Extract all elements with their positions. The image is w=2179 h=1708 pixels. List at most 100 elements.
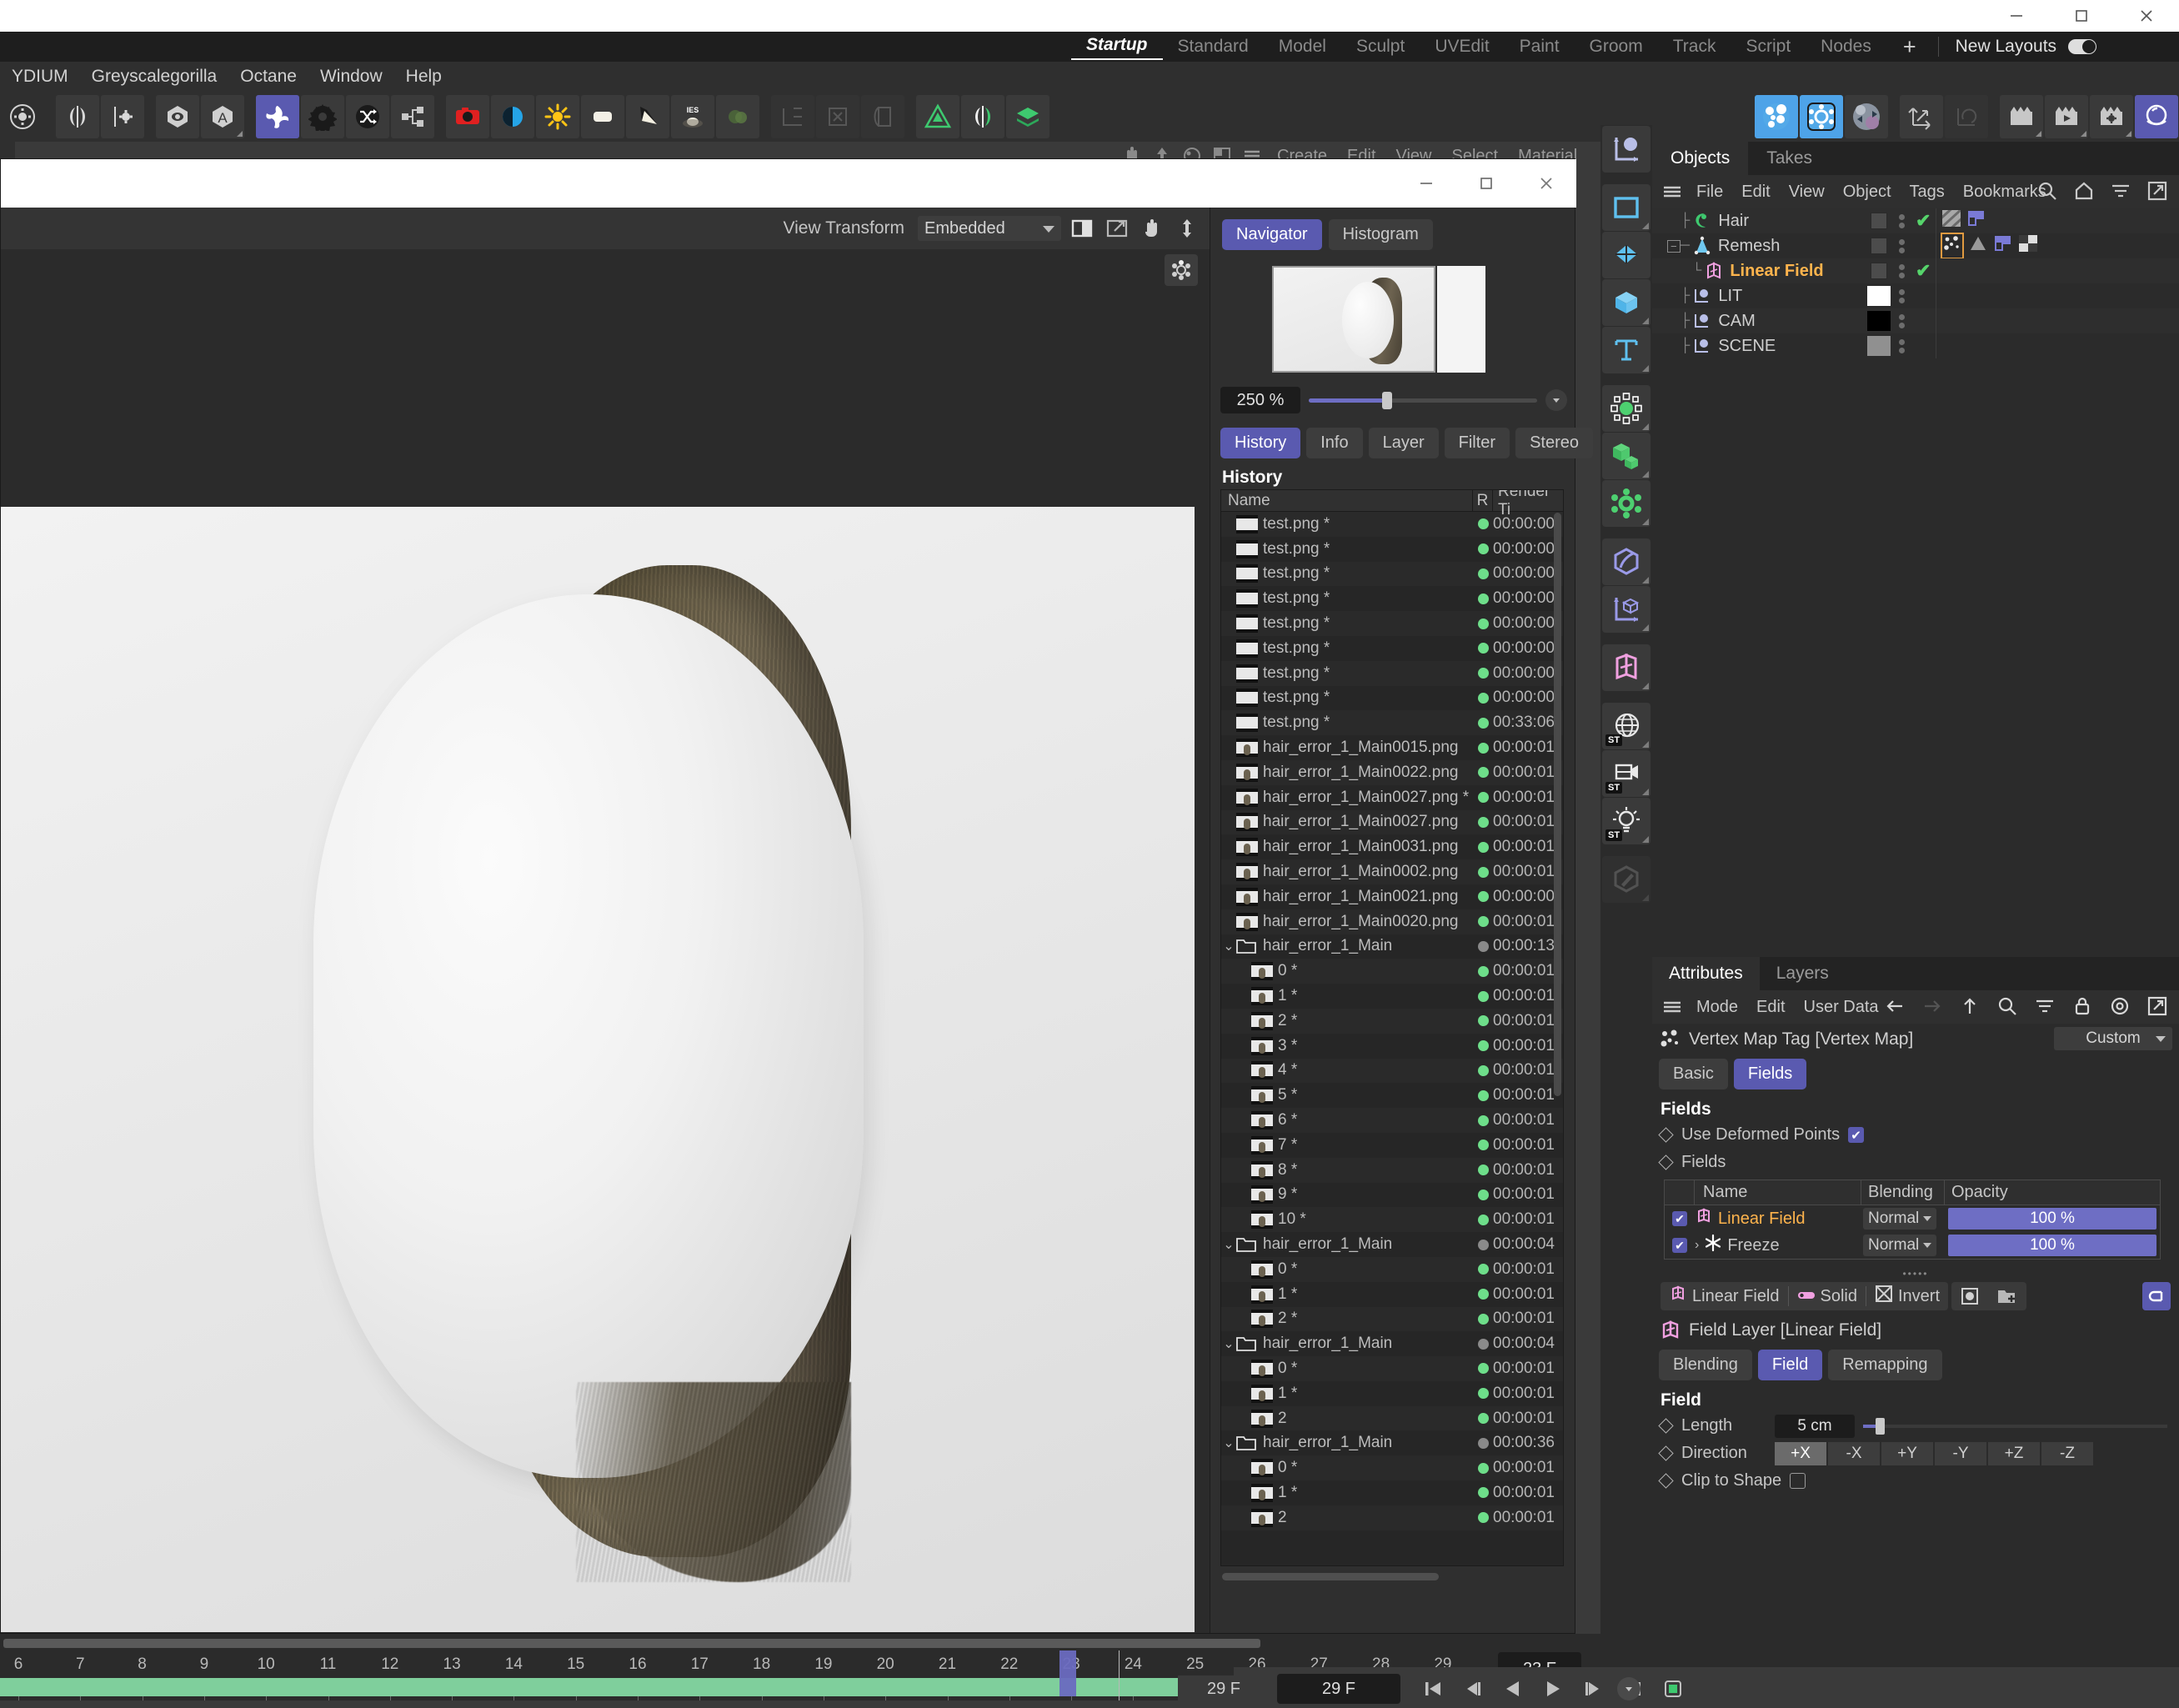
panel-splitter[interactable]: ••••• xyxy=(1652,1268,2179,1280)
window-maximize-button[interactable] xyxy=(2049,0,2114,32)
history-row[interactable]: hair_error_1_Main0022.png 00:00:01 xyxy=(1221,759,1563,785)
range-end-field[interactable]: 29 F xyxy=(1277,1674,1400,1704)
om-menu-view[interactable]: View xyxy=(1780,183,1834,202)
object-row[interactable]: ├ LIT xyxy=(1652,283,2179,308)
eye-hex-icon[interactable] xyxy=(156,95,199,138)
tab-filter[interactable]: Filter xyxy=(1444,428,1510,458)
object-color-swatch[interactable] xyxy=(1867,336,1891,356)
spline-rectangle-icon[interactable] xyxy=(1602,184,1651,231)
generator-axis-icon[interactable] xyxy=(1602,586,1651,633)
cube-primitive-icon[interactable] xyxy=(1602,279,1651,326)
history-row[interactable]: 0 * 00:00:01 xyxy=(1221,1455,1563,1481)
history-row[interactable]: 0 * 00:00:01 xyxy=(1221,1256,1563,1282)
view-transform-dropdown[interactable]: Embedded xyxy=(918,216,1061,241)
open-external-icon[interactable] xyxy=(1103,215,1131,242)
history-row[interactable]: 4 * 00:00:01 xyxy=(1221,1058,1563,1084)
history-row[interactable]: 7 * 00:00:01 xyxy=(1221,1132,1563,1158)
menu-item-window[interactable]: Window xyxy=(308,67,394,87)
history-row[interactable]: hair_error_1_Main0021.png 00:00:00 xyxy=(1221,884,1563,909)
flag-tag[interactable] xyxy=(1994,235,2012,257)
layout-tab-uvedit[interactable]: UVEdit xyxy=(1420,35,1504,58)
field-enable-checkbox[interactable]: ✔ xyxy=(1672,1238,1687,1253)
tab-attributes[interactable]: Attributes xyxy=(1652,957,1760,990)
history-row[interactable]: test.png * 00:00:00 xyxy=(1221,561,1563,587)
object-name[interactable]: Hair xyxy=(1715,212,1749,231)
history-row[interactable]: hair_error_1_Main0002.png 00:00:01 xyxy=(1221,859,1563,884)
history-row[interactable]: 9 * 00:00:01 xyxy=(1221,1182,1563,1208)
history-row[interactable]: hair_error_1_Main0020.png 00:00:01 xyxy=(1221,909,1563,934)
pill-remapping[interactable]: Remapping xyxy=(1828,1350,1942,1380)
field-export-button[interactable] xyxy=(2142,1282,2171,1310)
sculpt-brush-icon[interactable] xyxy=(1602,856,1651,903)
node-editor-icon[interactable] xyxy=(1800,95,1843,138)
object-row[interactable]: └ Linear Field ✔ xyxy=(1652,258,2179,283)
checker-tag[interactable] xyxy=(1936,203,1967,233)
picture-viewer-icon[interactable] xyxy=(2135,95,2178,138)
preset-dropdown[interactable]: Custom xyxy=(2054,1027,2172,1050)
object-dots-toggle[interactable] xyxy=(1899,213,1905,228)
layout-tab-standard[interactable]: Standard xyxy=(1163,35,1264,58)
history-row[interactable]: 1 * 00:00:01 xyxy=(1221,1281,1563,1307)
history-row[interactable]: ⌄ hair_error_1_Main 00:00:36 xyxy=(1221,1430,1563,1456)
toolbar-invert[interactable]: Invert xyxy=(1866,1282,1948,1310)
history-row[interactable]: hair_error_1_Main0027.png 00:00:01 xyxy=(1221,809,1563,835)
menu-item-octane[interactable]: Octane xyxy=(228,67,308,87)
om-menu-tags[interactable]: Tags xyxy=(1901,183,1954,202)
rendered-image[interactable] xyxy=(1,507,1195,1632)
record-button[interactable] xyxy=(1657,1674,1689,1704)
layout-tab-script[interactable]: Script xyxy=(1731,35,1806,58)
object-row[interactable]: ├ Hair ✔ xyxy=(1652,203,2179,233)
ies-light-icon[interactable]: IES xyxy=(671,95,714,138)
tab-objects[interactable]: Objects xyxy=(1652,142,1749,175)
step-forward-key-button[interactable] xyxy=(1577,1674,1609,1704)
gsg-mirror-icon[interactable] xyxy=(961,95,1004,138)
rendered-image-area[interactable] xyxy=(1,291,1210,1633)
toolbar-linear-field[interactable]: Linear Field xyxy=(1661,1282,1788,1310)
column-header-rendertime[interactable]: Render Ti xyxy=(1493,490,1563,518)
parameter-diamond-icon[interactable] xyxy=(1658,1127,1674,1143)
mograph-cloner-icon[interactable] xyxy=(1602,385,1651,432)
checkerboard-tag[interactable] xyxy=(2019,235,2037,257)
add-field-object-button[interactable] xyxy=(1951,1282,1988,1310)
layers-stack-icon[interactable] xyxy=(861,95,904,138)
object-dots-toggle[interactable] xyxy=(1899,338,1905,353)
tab-navigator[interactable]: Navigator xyxy=(1222,219,1322,250)
text-tool-icon[interactable] xyxy=(1602,327,1651,373)
flag-tag[interactable] xyxy=(1967,210,1986,232)
add-field-folder-button[interactable] xyxy=(1988,1282,2026,1310)
filter-icon[interactable] xyxy=(2106,178,2136,203)
history-row[interactable]: test.png * 00:00:00 xyxy=(1221,586,1563,612)
history-row[interactable]: hair_error_1_Main0031.png 00:00:01 xyxy=(1221,834,1563,860)
history-row[interactable]: ⌄ hair_error_1_Main 00:00:04 xyxy=(1221,1232,1563,1257)
object-tree-toggle[interactable]: − ─ xyxy=(1652,238,1690,253)
object-name[interactable]: LIT xyxy=(1715,287,1742,306)
octane-settings-gear-icon[interactable] xyxy=(301,95,344,138)
pan-hand-icon[interactable] xyxy=(1138,215,1166,242)
field-layer-row-freeze[interactable]: ✔ › Freeze Normal 100 % xyxy=(1665,1232,2160,1259)
fit-vertical-icon[interactable] xyxy=(1173,215,1201,242)
object-row[interactable]: ├ CAM xyxy=(1652,308,2179,333)
expand-chevron-icon[interactable]: › xyxy=(1695,1238,1699,1253)
tab-history[interactable]: History xyxy=(1220,428,1301,458)
search-icon[interactable] xyxy=(2032,178,2062,203)
forward-arrow-icon[interactable] xyxy=(1917,994,1947,1019)
play-reverse-button[interactable] xyxy=(1497,1674,1529,1704)
direction-plus-y[interactable]: +Y xyxy=(1881,1441,1933,1465)
attribute-manager-hamburger-icon[interactable] xyxy=(1657,994,1687,1019)
field-blending-dropdown[interactable]: Normal xyxy=(1863,1208,1936,1230)
direction-minus-z[interactable]: -Z xyxy=(2041,1441,2093,1465)
new-layouts-toggle[interactable] xyxy=(2068,39,2097,54)
object-edit-toggle[interactable] xyxy=(1871,238,1887,254)
history-row[interactable]: 0 * 00:00:01 xyxy=(1221,1356,1563,1381)
om-menu-edit[interactable]: Edit xyxy=(1732,183,1779,202)
mograph-effector-icon[interactable] xyxy=(1602,480,1651,527)
render-settings-icon[interactable] xyxy=(2090,95,2133,138)
history-row[interactable]: 1 * 00:00:01 xyxy=(1221,1480,1563,1505)
area-light-icon[interactable] xyxy=(581,95,624,138)
om-menu-object[interactable]: Object xyxy=(1834,183,1901,202)
up-arrow-icon[interactable] xyxy=(1955,994,1985,1019)
parameter-diamond-icon[interactable] xyxy=(1658,1445,1674,1461)
parameter-diamond-icon[interactable] xyxy=(1658,1418,1674,1434)
scene-camera-icon[interactable]: ST xyxy=(1602,750,1651,797)
tab-takes[interactable]: Takes xyxy=(1748,142,1831,175)
